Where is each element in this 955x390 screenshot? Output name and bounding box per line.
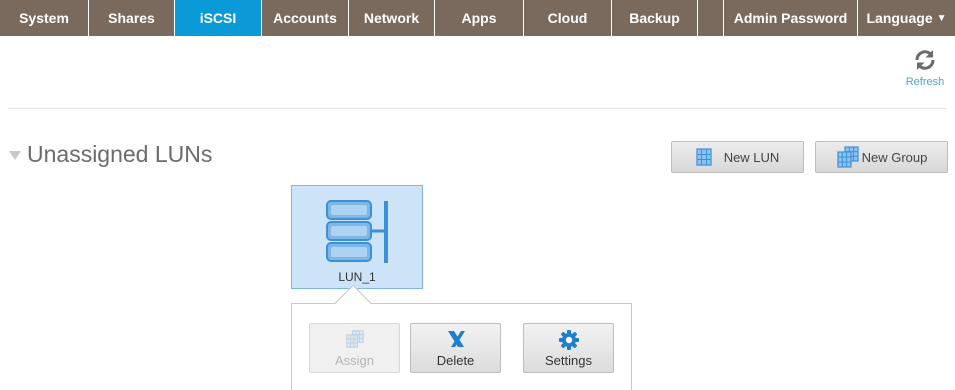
lun-name: LUN_1 xyxy=(338,270,376,284)
assign-icon xyxy=(310,330,399,348)
delete-button[interactable]: Delete xyxy=(410,323,501,373)
main-nav: System Shares iSCSI Accounts Network App… xyxy=(0,0,955,36)
triangle-down-icon xyxy=(9,151,21,160)
nav-tab-apps[interactable]: Apps xyxy=(435,0,524,36)
nav-tab-language[interactable]: Language ▼ xyxy=(858,0,955,36)
delete-x-icon xyxy=(411,330,500,348)
refresh-icon xyxy=(902,48,948,72)
nav-tab-admin-password[interactable]: Admin Password xyxy=(724,0,858,36)
section-header-unassigned-luns[interactable]: Unassigned LUNs xyxy=(9,141,212,168)
delete-label: Delete xyxy=(436,353,475,368)
lun-tile[interactable]: LUN_1 xyxy=(291,185,423,289)
section-title: Unassigned LUNs xyxy=(27,141,213,167)
nav-tab-label: Network xyxy=(363,10,420,26)
new-lun-label: New LUN xyxy=(723,149,780,165)
assign-button[interactable]: Assign xyxy=(309,323,400,373)
gear-icon xyxy=(524,330,613,350)
assign-label: Assign xyxy=(334,353,375,368)
nav-tab-label: Admin Password xyxy=(733,10,848,26)
group-icon xyxy=(836,146,860,168)
nav-tab-label: System xyxy=(19,10,69,26)
nav-tab-label: Cloud xyxy=(547,10,588,26)
nav-tab-iscsi[interactable]: iSCSI xyxy=(175,0,262,36)
new-group-button[interactable]: New Group xyxy=(815,141,948,173)
new-lun-button[interactable]: New LUN xyxy=(671,141,804,173)
nav-tab-label: Backup xyxy=(629,10,680,26)
nav-tab-accounts[interactable]: Accounts xyxy=(262,0,349,36)
header-divider xyxy=(8,108,947,109)
nav-tab-cloud[interactable]: Cloud xyxy=(524,0,612,36)
nav-tab-label: Accounts xyxy=(273,10,337,26)
nav-tab-system[interactable]: System xyxy=(0,0,89,36)
settings-button[interactable]: Settings xyxy=(523,323,614,373)
nav-tab-network[interactable]: Network xyxy=(349,0,435,36)
nav-tab-label: Language xyxy=(866,10,933,26)
nav-tab-shares[interactable]: Shares xyxy=(89,0,175,36)
lun-icon xyxy=(696,148,712,166)
nav-tab-backup[interactable]: Backup xyxy=(612,0,698,36)
new-group-label: New Group xyxy=(861,149,928,165)
nav-tab-label: iSCSI xyxy=(199,10,237,26)
triangle-down-icon: ▼ xyxy=(936,12,947,24)
nav-tab-blank[interactable] xyxy=(698,0,724,36)
settings-label: Settings xyxy=(545,353,592,368)
refresh-label: Refresh xyxy=(905,76,945,88)
nav-tab-label: Shares xyxy=(108,10,155,26)
refresh-button[interactable]: Refresh xyxy=(902,48,948,96)
nav-tab-label: Apps xyxy=(461,10,497,26)
